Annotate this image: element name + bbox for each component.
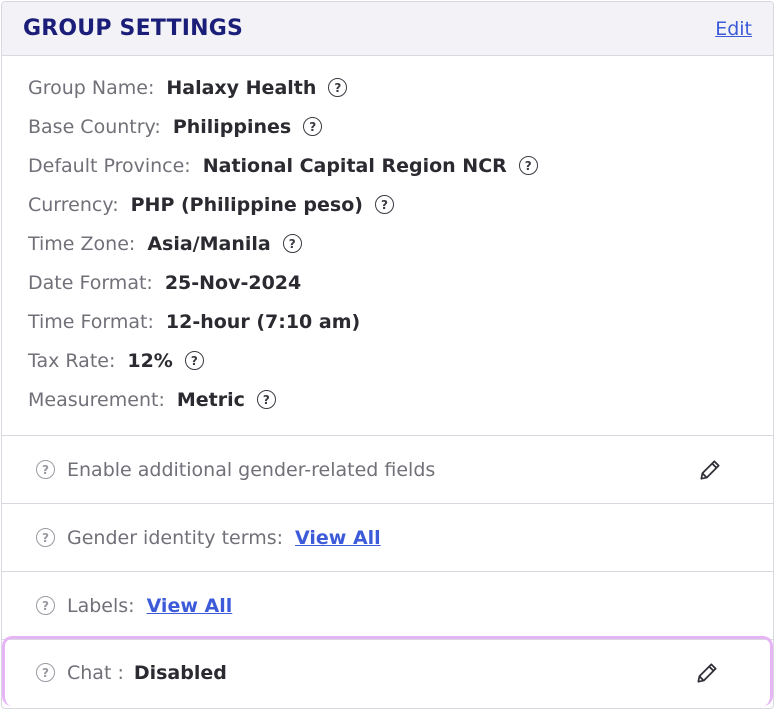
setting-row-tax-rate: Tax Rate: 12% ? — [28, 341, 773, 380]
gender-terms-label: Gender identity terms: — [67, 526, 284, 549]
question-circle-icon[interactable]: ? — [36, 460, 55, 479]
panel-header: GROUP SETTINGS Edit — [2, 2, 773, 56]
setting-row-date-format: Date Format: 25-Nov-2024 — [28, 263, 773, 302]
pencil-icon[interactable] — [697, 457, 723, 483]
setting-value: Asia/Manila — [147, 232, 271, 255]
question-circle-icon[interactable]: ? — [36, 596, 55, 615]
labels-section: ? Labels: View All — [2, 572, 773, 640]
setting-value: PHP (Philippine peso) — [130, 193, 363, 216]
question-circle-icon[interactable]: ? — [328, 78, 348, 97]
settings-list: Group Name: Halaxy Health ? Base Country… — [2, 56, 773, 436]
chat-label: Chat : — [67, 661, 124, 684]
setting-label: Base Country: — [28, 115, 161, 138]
setting-value: 25-Nov-2024 — [164, 271, 302, 294]
setting-row-measurement: Measurement: Metric ? — [28, 380, 773, 419]
setting-label: Tax Rate: — [28, 349, 116, 372]
setting-row-currency: Currency: PHP (Philippine peso) ? — [28, 185, 773, 224]
labels-view-all-link[interactable]: View All — [147, 595, 233, 617]
question-circle-icon[interactable]: ? — [374, 195, 394, 214]
question-circle-icon[interactable]: ? — [184, 351, 204, 370]
gender-terms-section: ? Gender identity terms: View All — [2, 504, 773, 572]
setting-row-base-country: Base Country: Philippines ? — [28, 107, 773, 146]
setting-value: Philippines — [172, 115, 292, 138]
gender-terms-view-all-link[interactable]: View All — [295, 527, 381, 549]
question-circle-icon[interactable]: ? — [282, 234, 302, 253]
edit-link[interactable]: Edit — [715, 18, 752, 40]
setting-label: Date Format: — [28, 271, 153, 294]
question-circle-icon[interactable]: ? — [36, 528, 55, 547]
chat-section: ? Chat : Disabled — [2, 636, 773, 706]
question-circle-icon[interactable]: ? — [303, 117, 323, 136]
setting-label: Time Format: — [28, 310, 154, 333]
setting-row-time-format: Time Format: 12-hour (7:10 am) — [28, 302, 773, 341]
gender-fields-section: ? Enable additional gender-related field… — [2, 436, 773, 504]
setting-value: National Capital Region NCR — [202, 154, 507, 177]
setting-label: Time Zone: — [28, 232, 136, 255]
panel-title: GROUP SETTINGS — [23, 16, 244, 41]
setting-row-default-province: Default Province: National Capital Regio… — [28, 146, 773, 185]
question-circle-icon[interactable]: ? — [518, 156, 538, 175]
setting-label: Default Province: — [28, 154, 191, 177]
gender-fields-label: Enable additional gender-related fields — [67, 458, 436, 481]
question-circle-icon[interactable]: ? — [36, 663, 55, 682]
setting-value: Metric — [176, 388, 245, 411]
pencil-icon[interactable] — [694, 660, 720, 686]
group-settings-panel: GROUP SETTINGS Edit Group Name: Halaxy H… — [1, 1, 774, 709]
setting-row-group-name: Group Name: Halaxy Health ? — [28, 68, 773, 107]
setting-label: Currency: — [28, 193, 119, 216]
setting-label: Measurement: — [28, 388, 165, 411]
setting-value: 12% — [127, 349, 173, 372]
setting-label: Group Name: — [28, 76, 155, 99]
setting-value: Halaxy Health — [166, 76, 317, 99]
setting-value: 12-hour (7:10 am) — [165, 310, 361, 333]
question-circle-icon[interactable]: ? — [256, 390, 276, 409]
chat-value: Disabled — [133, 661, 227, 684]
labels-label: Labels: — [67, 594, 135, 617]
setting-row-time-zone: Time Zone: Asia/Manila ? — [28, 224, 773, 263]
